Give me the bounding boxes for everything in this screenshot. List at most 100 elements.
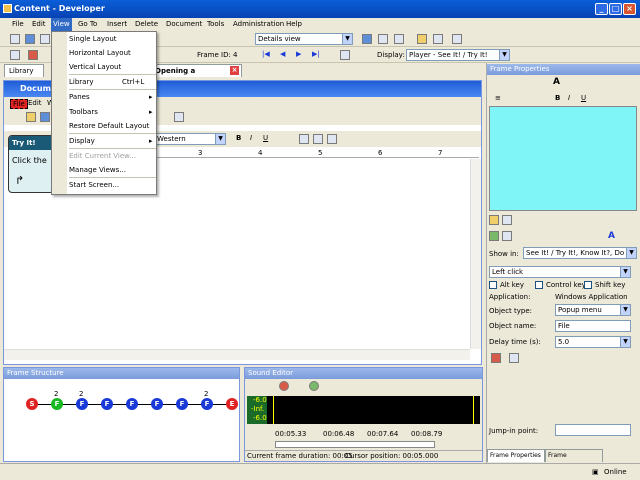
edit-icon[interactable] (417, 34, 427, 44)
frame-node[interactable]: F (151, 398, 163, 410)
frame-icon[interactable] (509, 353, 519, 363)
text-format-icon[interactable]: A (553, 77, 560, 87)
publish-icon[interactable] (452, 34, 462, 44)
menu-goto[interactable]: Go To (78, 20, 97, 28)
vertical-scrollbar[interactable] (470, 159, 481, 349)
doc-menu-edit[interactable]: Edit (28, 99, 42, 107)
node-label: 2 (54, 390, 59, 398)
control-key-checkbox[interactable] (535, 281, 543, 289)
first-frame-icon[interactable]: |◀ (262, 50, 270, 58)
window-title: Content - Developer (14, 4, 105, 13)
underline-button[interactable]: U (263, 134, 268, 142)
action-icon[interactable] (489, 231, 499, 241)
settings-icon[interactable] (10, 50, 20, 60)
ruler-mark: 6 (378, 149, 383, 157)
frame-node[interactable]: F (76, 398, 88, 410)
menu-item-panes[interactable]: Panes ▸ (69, 93, 153, 101)
mark-icon[interactable] (491, 353, 501, 363)
next-frame-icon[interactable]: ▶ (296, 50, 301, 58)
frame-node-current[interactable]: F (51, 398, 63, 410)
frame-node-start[interactable]: S (26, 398, 38, 410)
menu-item-manage-views[interactable]: Manage Views... (69, 166, 126, 174)
menu-item-library[interactable]: Library Ctrl+L (69, 78, 144, 86)
show-in-select[interactable]: See It! / Try It!, Know It?, Do It! ▼ (523, 247, 637, 259)
menu-file[interactable]: File (12, 20, 24, 28)
tools-icon[interactable] (433, 34, 443, 44)
menu-help[interactable]: Help (286, 20, 302, 28)
tab-frame-properties[interactable]: Frame Properties (487, 449, 545, 462)
menu-document[interactable]: Document (166, 20, 202, 28)
sound-scrollbar[interactable] (275, 441, 435, 448)
frame-node-end[interactable]: E (226, 398, 238, 410)
view-select[interactable]: Details view ▼ (255, 33, 353, 45)
menu-item-single-layout[interactable]: Single Layout (69, 35, 117, 43)
doc-menu-file[interactable]: File (10, 99, 28, 109)
align-left-icon[interactable]: ≡ (495, 94, 501, 102)
play-icon[interactable] (309, 381, 319, 391)
text-icon[interactable]: A (608, 231, 615, 241)
menu-item-display[interactable]: Display ▸ (69, 137, 153, 145)
menu-tools[interactable]: Tools (207, 20, 224, 28)
record-icon[interactable] (28, 50, 38, 60)
bold-button[interactable]: B (555, 94, 560, 102)
italic-button[interactable]: I (568, 94, 570, 102)
frame-node[interactable]: F (176, 398, 188, 410)
try-it-text: Click the (12, 156, 47, 165)
doc-save-icon[interactable] (40, 112, 50, 122)
menu-insert[interactable]: Insert (107, 20, 127, 28)
shift-key-checkbox[interactable] (584, 281, 592, 289)
menu-administration[interactable]: Administration (233, 20, 284, 28)
bold-button[interactable]: B (236, 134, 241, 142)
alt-key-checkbox[interactable] (489, 281, 497, 289)
action-select[interactable]: Left click ▼ (489, 266, 631, 278)
open-folder-icon[interactable] (26, 112, 36, 122)
delay-time-field[interactable]: 5.0 ▼ (555, 336, 631, 348)
menu-item-toolbars[interactable]: Toolbars ▸ (69, 108, 153, 116)
vertical-layout-icon[interactable] (394, 34, 404, 44)
tab-document[interactable]: Opening a Document× (150, 64, 242, 87)
action-icon[interactable] (502, 231, 512, 241)
font-select[interactable]: Western ▼ (154, 133, 226, 145)
menu-view[interactable]: View (51, 18, 72, 31)
tab-frame-comments[interactable]: Frame Comments (545, 449, 603, 471)
prev-frame-icon[interactable]: ◀ (280, 50, 285, 58)
minimize-button[interactable]: _ (595, 3, 608, 15)
menu-edit[interactable]: Edit (32, 20, 46, 28)
frame-node[interactable]: F (201, 398, 213, 410)
object-icon[interactable] (489, 215, 499, 225)
application-label: Application: (489, 293, 531, 301)
new-icon[interactable] (10, 34, 20, 44)
play-icon[interactable] (340, 50, 350, 60)
frame-node[interactable]: F (126, 398, 138, 410)
horizontal-scrollbar[interactable] (4, 349, 470, 360)
frame-node[interactable]: F (101, 398, 113, 410)
align-right-icon[interactable] (327, 134, 337, 144)
object-icon[interactable] (502, 215, 512, 225)
align-left-icon[interactable] (299, 134, 309, 144)
close-button[interactable]: × (623, 3, 636, 15)
menu-item-horizontal-layout[interactable]: Horizontal Layout (69, 49, 131, 57)
horizontal-layout-icon[interactable] (378, 34, 388, 44)
object-type-select[interactable]: Popup menu ▼ (555, 304, 631, 316)
undo-icon[interactable] (174, 112, 184, 122)
tab-library[interactable]: Library (4, 64, 44, 77)
underline-button[interactable]: U (581, 94, 586, 102)
waveform[interactable]: -6.0 -Inf. -6.0 (247, 396, 480, 424)
print-icon[interactable] (40, 34, 50, 44)
menu-delete[interactable]: Delete (135, 20, 158, 28)
object-name-field[interactable]: File (555, 320, 631, 332)
record-icon[interactable] (279, 381, 289, 391)
menu-item-vertical-layout[interactable]: Vertical Layout (69, 63, 121, 71)
save-icon[interactable] (25, 34, 35, 44)
menu-item-start-screen[interactable]: Start Screen... (69, 181, 119, 189)
close-tab-icon[interactable]: × (230, 66, 239, 75)
chevron-down-icon: ▼ (620, 337, 630, 347)
align-center-icon[interactable] (313, 134, 323, 144)
single-layout-icon[interactable] (362, 34, 372, 44)
maximize-button[interactable]: □ (609, 3, 622, 15)
menu-item-restore-default-layout[interactable]: Restore Default Layout (69, 122, 149, 130)
last-frame-icon[interactable]: ▶| (312, 50, 320, 58)
display-select[interactable]: Player - See It! / Try It! ▼ (406, 49, 510, 61)
jump-in-field[interactable] (555, 424, 631, 436)
italic-button[interactable]: I (250, 134, 252, 142)
